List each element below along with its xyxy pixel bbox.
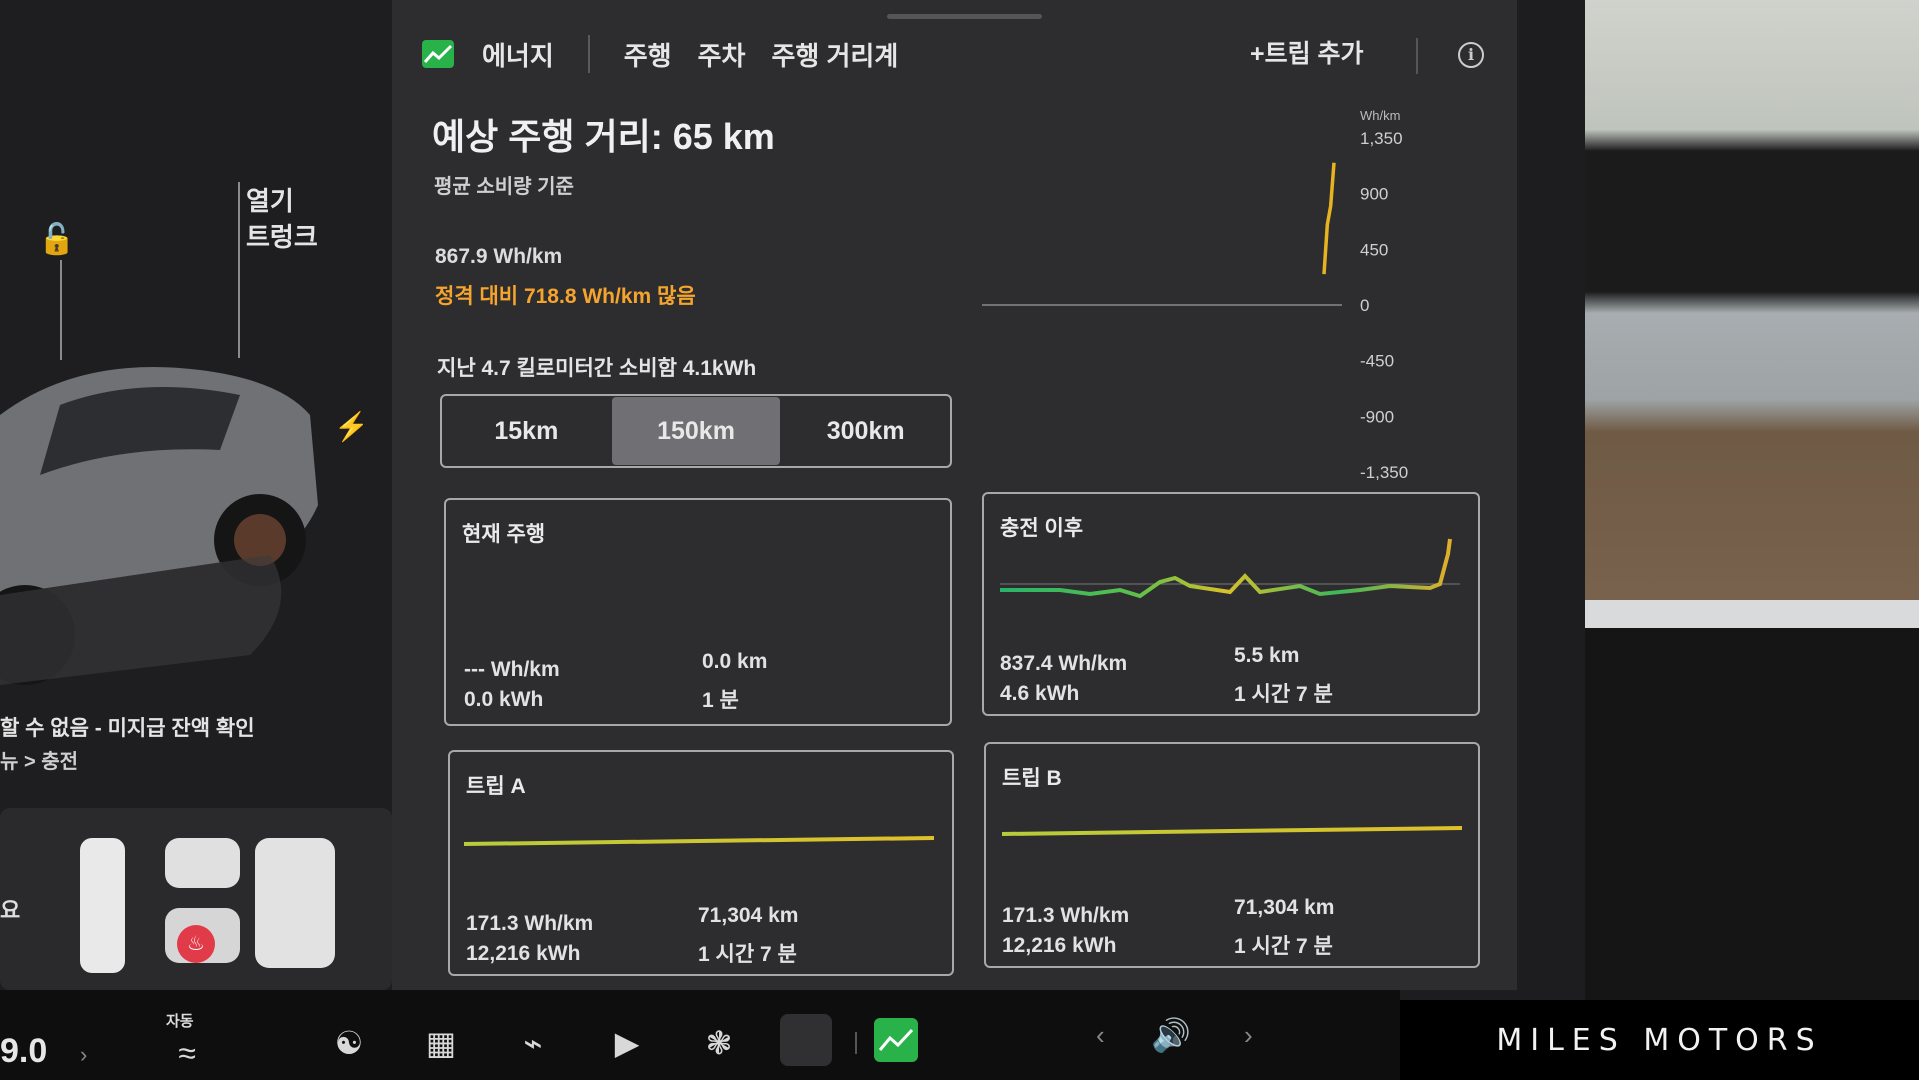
recent-consumption: 지난 4.7 킬로미터간 소비함 4.1kWh xyxy=(437,357,757,380)
volume-down-chevron-icon[interactable]: ‹ xyxy=(1096,1020,1105,1051)
range-selector: 15km 150km 300km xyxy=(440,394,952,468)
auto-label: 자동 xyxy=(166,1013,194,1030)
y-tick-label: 450 xyxy=(1360,240,1388,259)
trunk-open-button[interactable]: 열기 트렁크 xyxy=(246,183,318,255)
payment-warning: 할 수 없음 - 미지급 잔액 확인 xyxy=(0,717,255,740)
tab-trip-odometer[interactable]: 주행 거리계 xyxy=(771,36,898,73)
y-tick-label: -900 xyxy=(1360,407,1394,426)
steering-heat-icon[interactable]: ☯ xyxy=(326,1020,372,1066)
drag-handle[interactable] xyxy=(887,14,1042,19)
stat-time: 1 시간 7 분 xyxy=(698,943,797,966)
card-since-charge[interactable]: 충전 이후 837.4 Wh/km 4.6 kWh 5.5 km 1 시간 7 … xyxy=(982,492,1480,716)
volume-icon[interactable]: 🔊 xyxy=(1148,1012,1194,1058)
card-trip-a[interactable]: 트립 A 171.3 Wh/km 12,216 kWh 71,304 km 1 … xyxy=(448,750,954,976)
charge-port-icon[interactable]: ⚡ xyxy=(334,410,369,443)
stat-distance: 0.0 km xyxy=(702,650,768,673)
rated-difference: 정격 대비 718.8 Wh/km 많음 xyxy=(435,285,696,308)
y-tick-label: -1,350 xyxy=(1360,463,1408,480)
unlock-icon[interactable]: 🔓 xyxy=(38,222,75,257)
card-current-drive[interactable]: 현재 주행 --- Wh/km 0.0 kWh 0.0 km 1 분 xyxy=(444,498,952,726)
seat-heat-icon[interactable]: ♨ xyxy=(177,925,215,963)
energy-app-icon xyxy=(422,40,454,68)
y-tick-label: 0 xyxy=(1360,296,1369,315)
stat-energy: 12,216 kWh xyxy=(466,942,581,965)
card-title: 트립 A xyxy=(466,775,526,798)
seat-label: 요 xyxy=(0,898,21,923)
vehicle-panel: 🔓 열기 트렁크 ⚡ 할 수 없음 - 미지급 잔액 확인 뉴 > 충전 요 ♨ xyxy=(0,0,392,990)
stat-consumption: 171.3 Wh/km xyxy=(466,912,594,935)
estimate-basis: 평균 소비량 기준 xyxy=(434,176,574,198)
chevron-right-icon[interactable]: › xyxy=(80,1042,87,1068)
stat-distance: 71,304 km xyxy=(1234,896,1335,919)
tab-drive[interactable]: 주행 xyxy=(624,36,672,73)
consumption-chart: Wh/km 1,350 900 450 0 -450 -900 -1,350 xyxy=(982,108,1408,480)
range-option-150km[interactable]: 150km xyxy=(611,397,781,465)
seat-diagram xyxy=(80,838,335,973)
front-defrost-icon[interactable]: ⌁ xyxy=(510,1020,556,1066)
stat-distance: 5.5 km xyxy=(1234,644,1300,667)
menu-path: 뉴 > 충전 xyxy=(0,751,78,773)
range-option-15km[interactable]: 15km xyxy=(442,396,611,466)
y-tick-label: -450 xyxy=(1360,352,1394,371)
seat-heat-dock-icon[interactable]: ≈ xyxy=(164,1030,210,1076)
estimated-range: 예상 주행 거리: 65 km xyxy=(432,116,775,157)
trip-a-sparkline xyxy=(464,836,935,846)
stat-energy: 0.0 kWh xyxy=(464,688,544,711)
energy-dock-icon[interactable] xyxy=(874,1018,918,1062)
card-title: 현재 주행 xyxy=(462,523,546,546)
y-tick-label: 1,350 xyxy=(1360,129,1403,148)
stat-consumption: 837.4 Wh/km xyxy=(1000,652,1128,675)
tab-park[interactable]: 주차 xyxy=(698,36,746,73)
stat-energy: 12,216 kWh xyxy=(1002,934,1117,957)
stat-consumption: 171.3 Wh/km xyxy=(1002,904,1130,927)
tab-energy[interactable]: 에너지 xyxy=(482,36,554,73)
watermark: MILES MOTORS xyxy=(1400,1000,1919,1080)
car-image xyxy=(0,367,318,685)
rear-defrost-icon[interactable]: ▦ xyxy=(418,1020,464,1066)
fan-icon[interactable]: ❃ xyxy=(696,1020,742,1066)
stat-energy: 4.6 kWh xyxy=(1000,682,1080,705)
card-title: 트립 B xyxy=(1002,767,1062,790)
average-consumption: 867.9 Wh/km xyxy=(435,245,563,268)
consumption-series-line xyxy=(1322,162,1336,275)
stat-time: 1 시간 7 분 xyxy=(1234,683,1333,706)
stat-time: 1 시간 7 분 xyxy=(1234,935,1333,958)
media-player-icon[interactable]: ▶ xyxy=(604,1020,650,1066)
card-trip-b[interactable]: 트립 B 171.3 Wh/km 12,216 kWh 71,304 km 1 … xyxy=(984,742,1480,968)
interior-background xyxy=(1585,0,1919,1080)
range-option-300km[interactable]: 300km xyxy=(781,396,950,466)
y-tick-label: 900 xyxy=(1360,185,1388,204)
add-trip-button[interactable]: +트립 추가 xyxy=(1250,34,1364,70)
stat-time: 1 분 xyxy=(702,689,739,712)
stat-consumption: --- Wh/km xyxy=(464,658,560,681)
info-icon[interactable]: i xyxy=(1458,42,1484,68)
stat-distance: 71,304 km xyxy=(698,904,799,927)
y-axis-unit: Wh/km xyxy=(1360,108,1400,123)
app-launcher-icon[interactable] xyxy=(780,1014,832,1066)
tab-bar: 에너지 주행 주차 주행 거리계 xyxy=(422,34,898,74)
energy-app: 에너지 주행 주차 주행 거리계 +트립 추가 i 예상 주행 거리: 65 k… xyxy=(392,0,1517,990)
since-charge-sparkline xyxy=(1000,538,1460,599)
cabin-temperature[interactable]: 9.0 xyxy=(0,1032,47,1071)
volume-up-chevron-icon[interactable]: › xyxy=(1244,1020,1253,1051)
trip-b-sparkline xyxy=(1002,826,1463,836)
